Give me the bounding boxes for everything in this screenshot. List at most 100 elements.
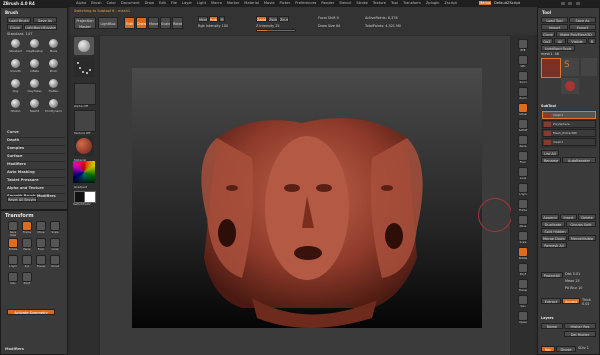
brush-inflate-button[interactable]: Inflate <box>26 58 43 77</box>
menu-item-texture[interactable]: Texture <box>373 1 386 5</box>
tool-save-as-button[interactable]: Save As <box>569 17 596 23</box>
brush-section-tablet-pressure[interactable]: Tablet Pressure <box>7 178 65 186</box>
brush-claytubes-button[interactable]: ClayTubes <box>26 78 43 97</box>
material-thumbnail[interactable] <box>74 136 94 156</box>
brush-thumbnail[interactable] <box>74 37 94 55</box>
brush-flatten-button[interactable]: Flatten <box>45 78 62 97</box>
m-button[interactable]: M <box>219 16 225 22</box>
brush-clone-button[interactable]: Clone <box>7 24 23 30</box>
menu-item-zplugin[interactable]: Zplugin <box>426 1 440 5</box>
all-button[interactable]: All <box>554 38 566 44</box>
menu-item-macro[interactable]: Macro <box>211 1 222 5</box>
merge-down-button[interactable]: Merge Down <box>541 235 567 241</box>
brush-claybuildup-button[interactable]: ClayBuildup <box>26 38 43 57</box>
brush-smooth-button[interactable]: Smooth <box>7 58 24 77</box>
right-zoom-button[interactable]: Zoom <box>517 87 529 101</box>
menu-item-brush[interactable]: Brush <box>91 1 101 5</box>
z-intensity-bar[interactable] <box>256 29 296 32</box>
transform-save view-button[interactable]: Save View <box>7 221 19 237</box>
brush-trimdynamic-button[interactable]: TrimDynamic <box>45 98 62 117</box>
zcut-button[interactable]: Zcut <box>279 16 289 22</box>
groups-split-button[interactable]: Groups Split <box>566 221 596 227</box>
projection-master-button[interactable]: Projection Master <box>74 17 96 29</box>
menu-item-render[interactable]: Render <box>321 1 334 5</box>
menu-item-stencil[interactable]: Stencil <box>339 1 351 5</box>
right-solo-button[interactable]: Solo <box>517 295 529 309</box>
auto-reorder-button[interactable]: AutoReorder <box>562 157 596 163</box>
brush-slash3-button[interactable]: Slash3 <box>26 98 43 117</box>
del-higher-button[interactable]: Del Higher <box>564 331 596 337</box>
menu-item-zscript[interactable]: Zscript <box>444 1 456 5</box>
transform-ghost-button[interactable]: Ghost <box>49 255 61 270</box>
tool-thumb-sphere[interactable] <box>581 58 597 76</box>
menu-item-preferences[interactable]: Preferences <box>295 1 316 5</box>
right-transp-button[interactable]: Transp <box>517 279 529 293</box>
menu-item-transform[interactable]: Transform <box>403 1 421 5</box>
load-brush-button[interactable]: Load Brush <box>7 17 31 23</box>
brush-section-surface[interactable]: Surface <box>7 154 65 162</box>
default-zscript[interactable]: DefaultZScript <box>494 1 520 5</box>
focal-shift-slider[interactable]: Focal Shift 0 <box>318 16 339 20</box>
tool-thumb-mesh[interactable] <box>541 58 561 78</box>
transform-floor-button[interactable]: Floor <box>35 238 47 253</box>
rgb-intensity-slider[interactable]: Rgb Intensity 100 <box>198 24 228 28</box>
right-actual-button[interactable]: Actual <box>517 103 529 117</box>
maximize-icon[interactable] <box>567 1 574 6</box>
brush-save-as-button[interactable]: Save As <box>33 17 57 23</box>
modifiers-section[interactable]: Modifiers <box>5 347 24 351</box>
menu-item-file[interactable]: File <box>171 1 177 5</box>
move-button[interactable]: Move <box>148 17 159 29</box>
brush-section-depth[interactable]: Depth <box>7 138 65 146</box>
layers-higher-res-button[interactable]: Higher Res <box>564 323 596 329</box>
rec-button[interactable]: Rec <box>541 346 555 352</box>
rotate-button[interactable]: Rotate <box>172 17 183 29</box>
texture-thumbnail[interactable] <box>74 110 96 132</box>
goz-button[interactable]: GoZ <box>541 38 553 44</box>
menu-item-movie[interactable]: Movie <box>264 1 275 5</box>
mean-slider[interactable]: Mean 25 <box>565 279 580 283</box>
subtool-item[interactable]: mesh1 <box>542 138 596 146</box>
visible-button[interactable]: Visible <box>567 38 587 44</box>
lightbox-tools-button[interactable]: LightBox>Tools <box>541 45 575 51</box>
lightbox-button[interactable]: LightBox <box>98 17 118 29</box>
right-scale-button[interactable]: Scale <box>517 231 529 245</box>
menu-item-stroke[interactable]: Stroke <box>356 1 367 5</box>
sdiv-slider[interactable]: SDiv 1 <box>578 346 589 350</box>
right-frame-button[interactable]: Frame <box>517 199 529 213</box>
merge-visible-button[interactable]: MergeVisible <box>568 235 596 241</box>
insert-button[interactable]: Insert <box>560 214 577 220</box>
z-intensity-slider[interactable]: Z Intensity 25 <box>256 24 280 28</box>
brush-section-curve[interactable]: Curve <box>7 130 65 138</box>
menu-item-marker[interactable]: Marker <box>227 1 239 5</box>
duplicate-button[interactable]: Duplicate <box>541 221 565 227</box>
transform-rotate-button[interactable]: Rotate <box>7 238 19 253</box>
extract-button[interactable]: Extract <box>541 298 561 304</box>
remesh-all-button[interactable]: Remesh All <box>541 242 567 248</box>
menu-item-edit[interactable]: Edit <box>159 1 166 5</box>
project-all-button[interactable]: ProjectAll <box>541 272 563 278</box>
color-picker[interactable] <box>73 161 95 183</box>
right-lsym-button[interactable]: L.Sym <box>517 183 529 197</box>
zsub-button[interactable]: Zsub <box>268 16 278 22</box>
alpha-thumbnail[interactable] <box>74 83 96 105</box>
delete-button[interactable]: Delete <box>578 214 596 220</box>
menu-item-layer[interactable]: Layer <box>182 1 192 5</box>
menu-item-material[interactable]: Material <box>244 1 259 5</box>
close-icon[interactable] <box>574 1 581 6</box>
menu-item-light[interactable]: Light <box>197 1 206 5</box>
menu-item-tool[interactable]: Tool <box>391 1 398 5</box>
load-tool-button[interactable]: Load Tool <box>541 17 568 23</box>
dist-slider[interactable]: Dist 0.01 <box>565 272 580 276</box>
right-persp-button[interactable]: Persp <box>517 135 529 149</box>
transform-transp-button[interactable]: Transp <box>35 255 47 270</box>
list-all-button[interactable]: List All <box>541 150 559 156</box>
r-button[interactable]: R <box>588 38 596 44</box>
right-bpr-button[interactable]: BPR <box>517 39 529 53</box>
minimize-icon[interactable] <box>560 1 566 6</box>
menu-item-alpha[interactable]: Alpha <box>76 1 86 5</box>
right-floor-button[interactable]: Floor <box>517 151 529 165</box>
subtool-item[interactable]: Mesh_Extract6K <box>542 129 596 137</box>
lightbox-brushes-button[interactable]: LightBox>Brushes <box>24 24 57 30</box>
brush-section-alpha-and-texture[interactable]: Alpha and Texture <box>7 186 65 194</box>
right-spix-button[interactable]: SPix <box>517 55 529 69</box>
